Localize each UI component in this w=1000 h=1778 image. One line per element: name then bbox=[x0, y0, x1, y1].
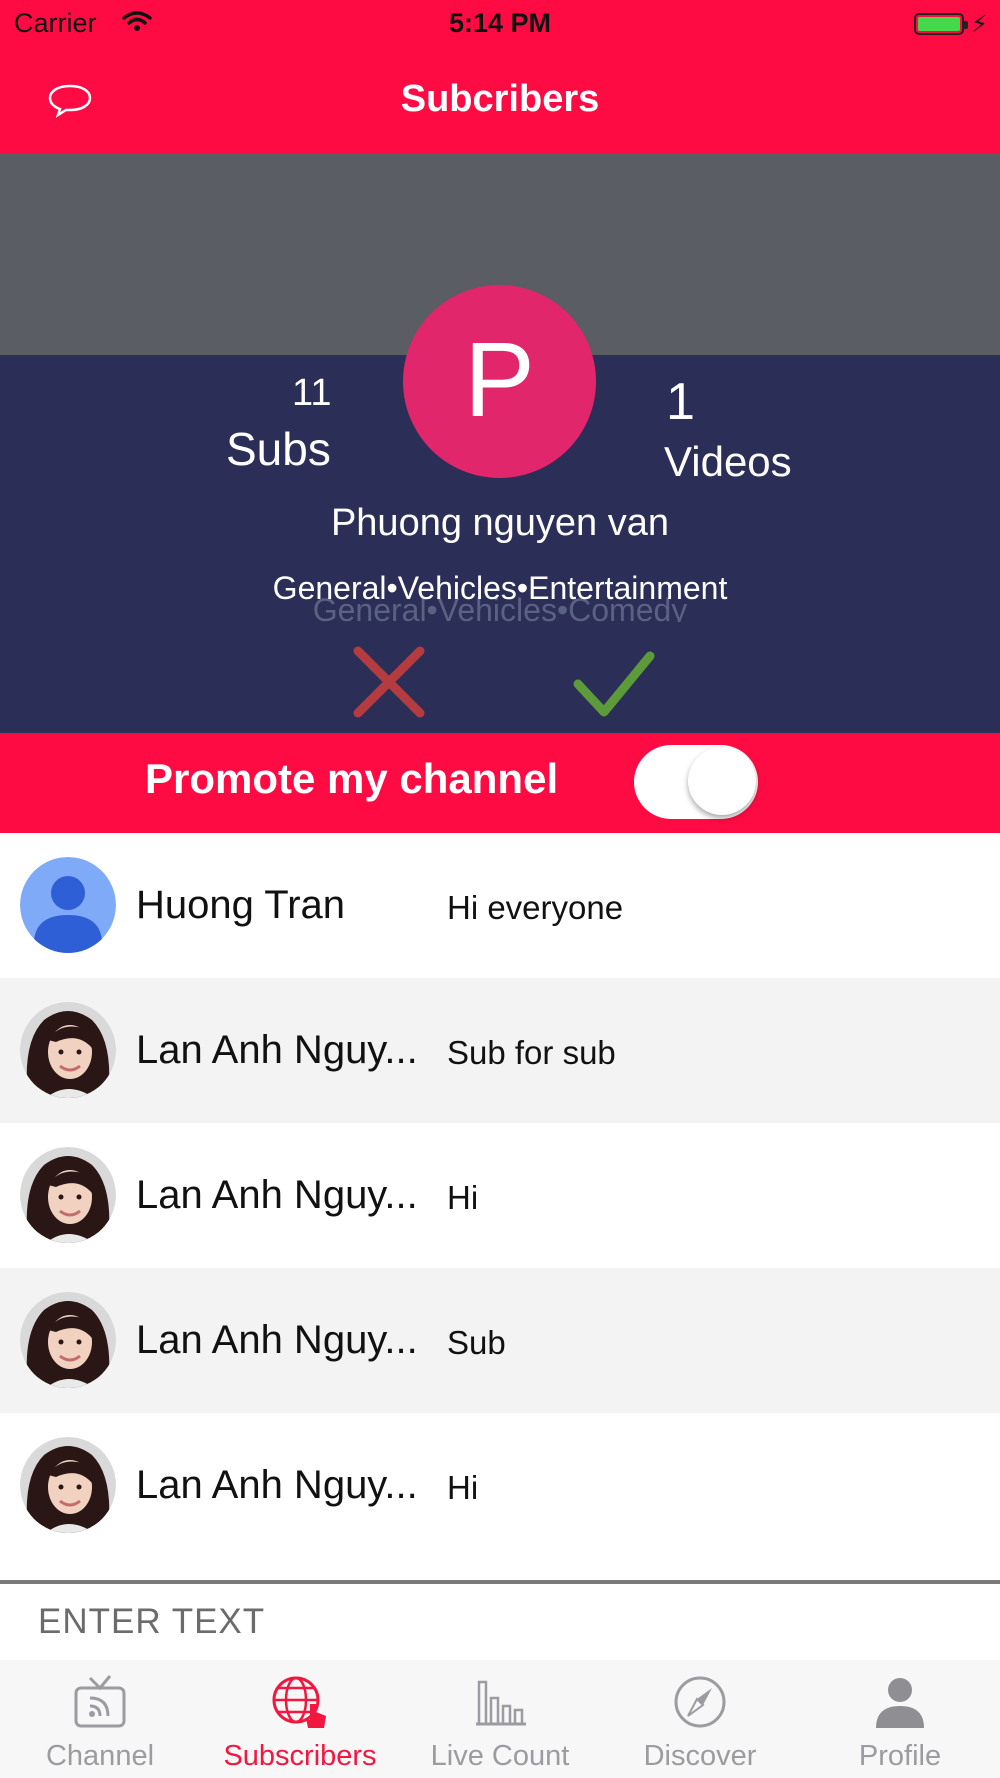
tab-label: Discover bbox=[643, 1740, 757, 1772]
tab-label: Channel bbox=[45, 1740, 155, 1772]
subs-count: 11 bbox=[292, 372, 332, 414]
globe-hand-icon bbox=[272, 1676, 326, 1728]
commenter-name: Lan Anh Nguy... bbox=[136, 1028, 418, 1072]
compass-icon bbox=[674, 1676, 726, 1728]
tab-channel[interactable]: Channel bbox=[0, 1660, 200, 1778]
toggle-knob bbox=[688, 747, 756, 815]
promote-label: Promote my channel bbox=[145, 755, 559, 802]
tab-bar: Channel Subscribers Live Count Discover bbox=[0, 1660, 1000, 1778]
tab-label: Live Count bbox=[430, 1740, 570, 1772]
videos-label: Videos bbox=[664, 438, 792, 485]
tab-label: Profile bbox=[858, 1740, 942, 1772]
commenter-name: Lan Anh Nguy... bbox=[136, 1318, 418, 1362]
videos-count: 1 bbox=[666, 373, 695, 431]
commenter-name: Lan Anh Nguy... bbox=[136, 1173, 418, 1217]
user-avatar bbox=[20, 1292, 116, 1388]
comment-message: Hi bbox=[447, 1179, 479, 1216]
status-bar: Carrier 5:14 PM ⚡ bbox=[0, 0, 1000, 50]
comment-row[interactable]: Lan Anh Nguy... Hi bbox=[0, 1413, 1000, 1558]
comment-message: Sub for sub bbox=[447, 1034, 616, 1071]
tab-live-count[interactable]: Live Count bbox=[400, 1660, 600, 1778]
promote-toggle[interactable] bbox=[634, 745, 758, 819]
accept-button[interactable] bbox=[572, 648, 656, 722]
tab-subscribers[interactable]: Subscribers bbox=[200, 1660, 400, 1778]
commenter-name: Huong Tran bbox=[136, 883, 346, 927]
tab-discover[interactable]: Discover bbox=[600, 1660, 800, 1778]
person-icon bbox=[876, 1678, 924, 1728]
comment-row[interactable]: Lan Anh Nguy... Hi bbox=[0, 1123, 1000, 1268]
comment-message: Hi bbox=[447, 1469, 479, 1506]
tab-profile[interactable]: Profile bbox=[800, 1660, 1000, 1778]
reject-button[interactable] bbox=[350, 643, 428, 721]
channel-categories: General•Vehicles•Entertainment bbox=[272, 570, 728, 606]
comment-message: Sub bbox=[447, 1324, 506, 1361]
commenter-name: Lan Anh Nguy... bbox=[136, 1463, 418, 1507]
status-time: 5:14 PM bbox=[448, 8, 552, 38]
comment-row[interactable]: Lan Anh Nguy... Sub for sub bbox=[0, 978, 1000, 1123]
bar-chart-icon bbox=[476, 1680, 526, 1726]
comment-message: Hi everyone bbox=[447, 889, 624, 926]
user-avatar bbox=[20, 1147, 116, 1243]
charging-icon: ⚡ bbox=[971, 11, 988, 38]
user-avatar bbox=[20, 1002, 116, 1098]
tab-label: Subscribers bbox=[223, 1740, 377, 1772]
promote-bar: Promote my channel bbox=[0, 733, 1000, 833]
user-avatar bbox=[20, 1437, 116, 1533]
channel-name: Phuong nguyen van bbox=[330, 502, 670, 544]
tv-icon bbox=[74, 1675, 126, 1728]
page-title: Subcribers bbox=[400, 78, 600, 120]
battery-icon bbox=[914, 13, 968, 35]
channel-avatar: P bbox=[403, 285, 596, 478]
subs-label: Subs bbox=[226, 423, 331, 475]
default-user-icon bbox=[20, 857, 116, 953]
navigation-bar: Carrier 5:14 PM ⚡ Subcribers bbox=[0, 0, 1000, 154]
message-input[interactable] bbox=[0, 1584, 1000, 1660]
comment-row[interactable]: Lan Anh Nguy... Sub bbox=[0, 1268, 1000, 1413]
comment-row[interactable]: Huong Tran Hi everyone bbox=[0, 833, 1000, 978]
